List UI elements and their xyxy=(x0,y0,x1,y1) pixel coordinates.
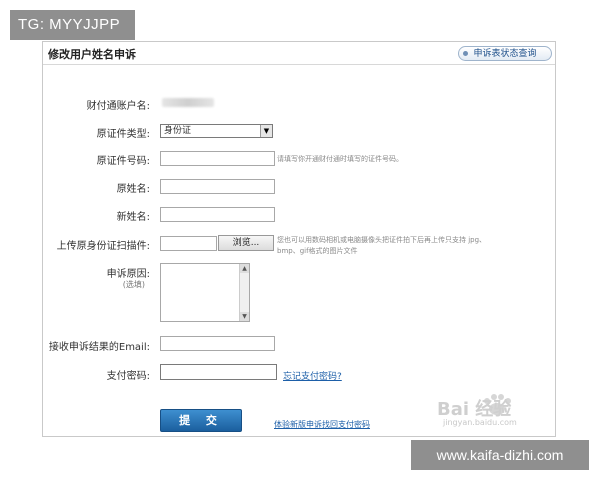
upload-file-input[interactable] xyxy=(160,236,217,251)
id-type-selected-value: 身份证 xyxy=(164,126,192,136)
id-number-label: 原证件号码: xyxy=(96,156,150,167)
status-query-button[interactable]: 申诉表状态查询 xyxy=(458,46,552,61)
site-watermark-badge: www.kaifa-dizhi.com xyxy=(411,440,589,470)
status-query-label: 申诉表状态查询 xyxy=(473,49,537,59)
old-name-input[interactable] xyxy=(160,179,275,194)
reason-optional-note: (选填) xyxy=(122,280,145,289)
scroll-down-icon[interactable]: ▼ xyxy=(240,312,249,321)
id-type-label: 原证件类型: xyxy=(96,129,150,140)
bullet-icon xyxy=(463,51,468,56)
upload-hint: 您也可以用数码相机或电脑摄像头把证件拍下后再上传只支持 jpg、 bmp、gif… xyxy=(277,235,553,257)
password-label: 支付密码: xyxy=(106,371,150,382)
browse-button[interactable]: 浏览... xyxy=(218,235,274,251)
baidu-watermark-url: jingyan.baidu.com xyxy=(443,418,517,427)
panel-header: 修改用户姓名申诉 申诉表状态查询 xyxy=(43,42,555,65)
account-name-label: 财付通账户名: xyxy=(86,101,150,112)
upload-hint-line-1: 您也可以用数码相机或电脑摄像头把证件拍下后再上传只支持 jpg、 xyxy=(277,236,487,244)
new-name-input[interactable] xyxy=(160,207,275,222)
upload-label: 上传原身份证扫描件: xyxy=(56,241,150,252)
scroll-up-icon[interactable]: ▲ xyxy=(240,264,249,273)
reason-scrollbar[interactable]: ▲ ▼ xyxy=(239,264,249,321)
new-appeal-link[interactable]: 体验新版申诉找回支付密码 xyxy=(274,419,370,430)
appeal-form-panel: 修改用户姓名申诉 申诉表状态查询 财付通账户名: 原证件类型: 身份证 ▼ 原证… xyxy=(42,41,556,437)
email-label: 接收申诉结果的Email: xyxy=(48,342,150,353)
reason-label: 申诉原因: xyxy=(106,269,150,280)
id-number-input[interactable] xyxy=(160,151,275,166)
chevron-down-icon[interactable]: ▼ xyxy=(260,125,272,137)
old-name-label: 原姓名: xyxy=(116,184,150,195)
account-name-value xyxy=(162,98,214,107)
submit-button[interactable]: 提 交 xyxy=(160,409,242,432)
reason-textarea[interactable]: ▲ ▼ xyxy=(160,263,250,322)
email-input[interactable] xyxy=(160,336,275,351)
forgot-password-link[interactable]: 忘记支付密码? xyxy=(283,369,342,382)
password-input[interactable] xyxy=(160,364,277,380)
id-type-select[interactable]: 身份证 ▼ xyxy=(160,124,273,138)
page-title: 修改用户姓名申诉 xyxy=(48,48,136,61)
id-number-hint: 请填写你开通财付通时填写的证件号码。 xyxy=(277,155,403,163)
tg-watermark-badge: TG: MYYJJPP xyxy=(10,10,135,40)
upload-hint-line-2: bmp、gif格式的图片文件 xyxy=(277,247,358,255)
new-name-label: 新姓名: xyxy=(116,212,150,223)
